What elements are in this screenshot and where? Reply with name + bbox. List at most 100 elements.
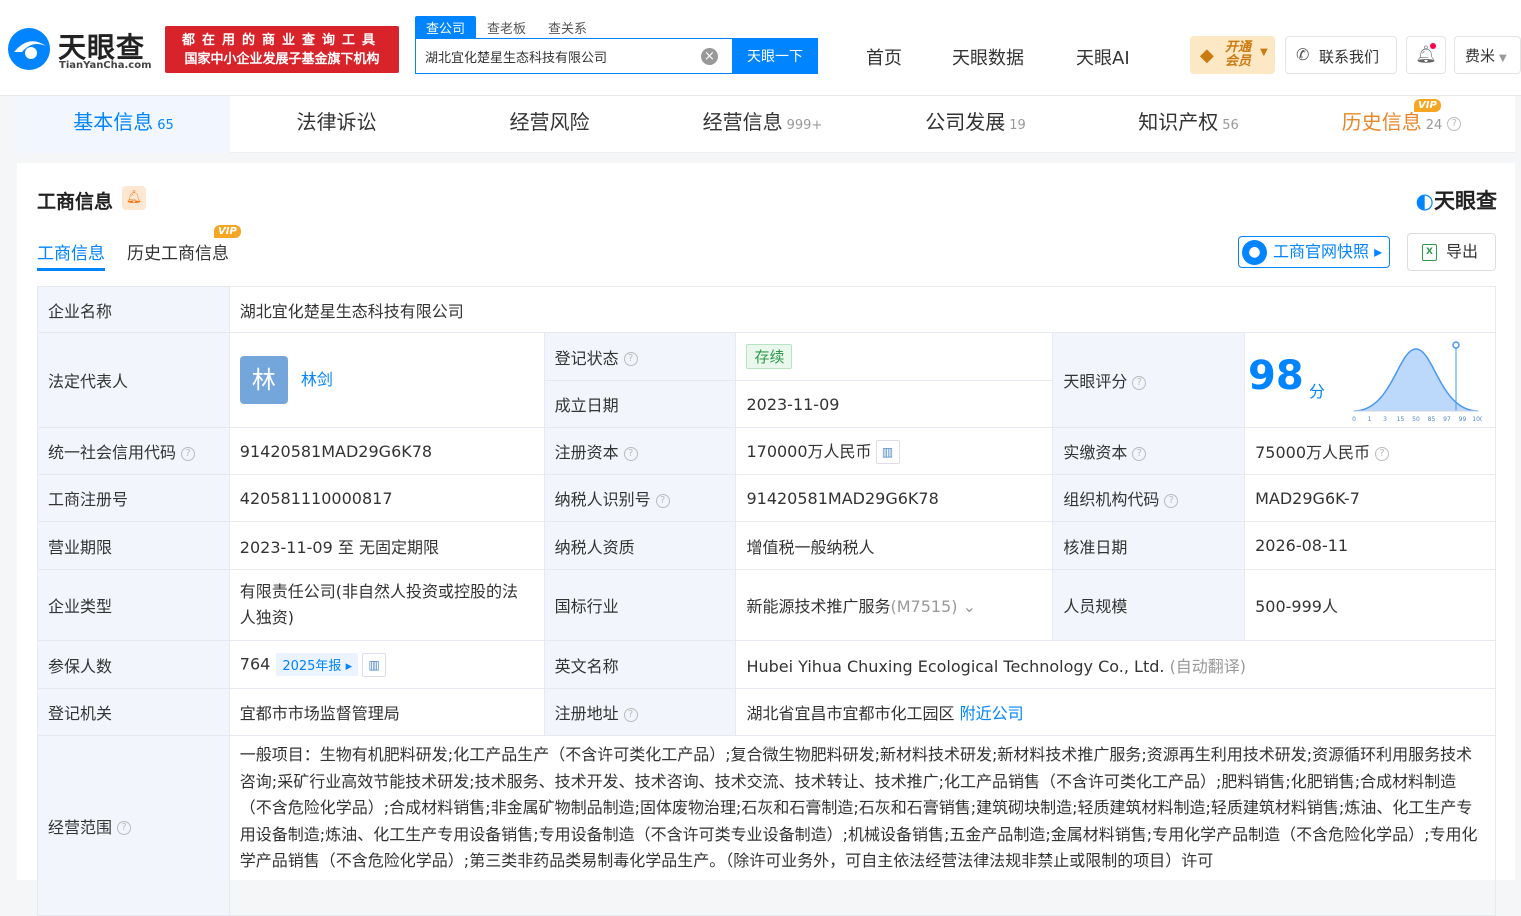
search-button[interactable]: 天眼一下 bbox=[732, 38, 818, 74]
logo-eye-icon bbox=[8, 28, 50, 70]
credit-code: 91420581MAD29G6K78 bbox=[228, 427, 545, 475]
logo[interactable]: 天眼查 TianYanCha.com bbox=[6, 26, 158, 76]
user-menu[interactable]: 费米 ▼ bbox=[1454, 36, 1521, 74]
nearby-companies-link[interactable]: 附近公司 bbox=[960, 704, 1024, 723]
score-axis-tick: 0 bbox=[1352, 416, 1356, 423]
insured-cell: 764 2025年报 ▸ ▥ bbox=[228, 640, 545, 689]
legal-rep-cell: 林 林剑 bbox=[228, 332, 545, 428]
label-credit-code: 统一社会信用代码 bbox=[48, 443, 177, 462]
subtab-history-business[interactable]: 历史工商信息 bbox=[127, 239, 229, 264]
help-icon[interactable]: ? bbox=[1132, 375, 1147, 390]
chevron-down-icon: ▼ bbox=[1499, 53, 1507, 64]
tab-count: 65 bbox=[157, 118, 174, 133]
search-input[interactable] bbox=[416, 39, 686, 73]
label-scope-cell: 经营范围? bbox=[37, 735, 230, 916]
export-label: 导出 bbox=[1446, 242, 1479, 261]
tab-label: 法律诉讼 bbox=[296, 110, 377, 134]
help-icon[interactable]: ? bbox=[655, 493, 670, 508]
approve-date: 2026-08-11 bbox=[1244, 521, 1496, 570]
notification-button[interactable]: 🔔︎ bbox=[1406, 36, 1446, 74]
score-axis-tick: 15 bbox=[1397, 416, 1405, 423]
search-tab-relation[interactable]: 查关系 bbox=[537, 16, 598, 38]
clear-icon[interactable]: × bbox=[701, 48, 718, 65]
industry-code: (M7515) bbox=[890, 597, 958, 616]
company-type: 有限责任公司(非自然人投资或控股的法人独资) bbox=[228, 569, 545, 641]
score-distribution-chart: 0 1 3 15 50 85 97 99 100 bbox=[1352, 341, 1482, 423]
authority: 宜都市市场监督管理局 bbox=[228, 688, 545, 736]
subscribe-bell-icon[interactable]: 🔔︎ bbox=[122, 186, 146, 210]
search-tabs: 查公司 查老板 查关系 bbox=[415, 16, 598, 38]
label-reg-status: 登记状态 bbox=[554, 348, 619, 368]
label-org-code-cell: 组织机构代码? bbox=[1052, 474, 1246, 522]
label-taxpayer-id: 纳税人识别号 bbox=[554, 490, 651, 509]
help-icon[interactable]: ? bbox=[623, 352, 638, 366]
label-staff: 人员规模 bbox=[1052, 569, 1246, 641]
contact-button[interactable]: ✆ 联系我们 bbox=[1285, 36, 1397, 74]
staff-size: 500-999人 bbox=[1244, 569, 1496, 641]
label-authority: 登记机关 bbox=[37, 688, 230, 736]
help-icon[interactable]: ? bbox=[117, 821, 132, 835]
table-row: 企业类型 有限责任公司(非自然人投资或控股的法人独资) 国标行业 新能源技术推广… bbox=[37, 569, 1496, 641]
promo-line2: 国家中小企业发展子基金旗下机构 bbox=[184, 52, 380, 67]
help-icon[interactable]: ? bbox=[181, 446, 196, 461]
subtab-business-info[interactable]: 工商信息 bbox=[37, 239, 105, 264]
diamond-icon: ◆ bbox=[1200, 45, 1214, 66]
score-curve-fill bbox=[1354, 349, 1478, 411]
label-paid-capital-cell: 实缴资本? bbox=[1052, 427, 1246, 475]
official-snapshot-button[interactable]: ● 工商官网快照 ▸ bbox=[1238, 236, 1390, 268]
industry-cell[interactable]: 新能源技术推广服务(M7515) ⌄ bbox=[735, 569, 1054, 641]
status-badge: 存续 bbox=[746, 344, 793, 369]
tab-label: 经营风险 bbox=[509, 110, 590, 134]
tab-count: 56 bbox=[1222, 118, 1239, 133]
annual-report-tag[interactable]: 2025年报 ▸ bbox=[276, 653, 359, 676]
help-icon[interactable]: ? bbox=[623, 446, 638, 461]
tab-basic-info[interactable]: 基本信息 65 bbox=[17, 96, 230, 153]
chart-icon[interactable]: ▥ bbox=[362, 652, 387, 677]
tab-risk[interactable]: 经营风险 bbox=[443, 96, 656, 153]
score-axis-tick: 99 bbox=[1459, 416, 1467, 423]
reg-capital-cell: 170000万人民币 ▥ bbox=[735, 427, 1054, 475]
open-vip-button[interactable]: ◆ 开通会员 ▼ bbox=[1190, 36, 1275, 74]
help-icon[interactable]: ? bbox=[1375, 446, 1390, 461]
nav-data[interactable]: 天眼数据 bbox=[952, 44, 1024, 70]
avatar[interactable]: 林 bbox=[239, 356, 288, 404]
search-tab-company[interactable]: 查公司 bbox=[415, 16, 477, 38]
label-paid-capital: 实缴资本 bbox=[1063, 443, 1128, 462]
help-icon[interactable]: ? bbox=[1447, 116, 1462, 131]
label-score-cell: 天眼评分? bbox=[1052, 332, 1246, 428]
label-reg-no: 工商注册号 bbox=[37, 474, 230, 522]
promo-line1: 都在用的商业查询工具 bbox=[181, 33, 382, 48]
label-term: 营业期限 bbox=[37, 521, 230, 570]
score-axis-labels: 0 1 3 15 50 85 97 99 100 bbox=[1352, 416, 1482, 423]
contact-label: 联系我们 bbox=[1319, 48, 1380, 66]
vip-badge: VIP bbox=[214, 225, 241, 238]
help-icon[interactable]: ? bbox=[623, 707, 638, 722]
tab-development[interactable]: 公司发展 19 bbox=[869, 96, 1082, 153]
tab-operation[interactable]: 经营信息 999+ bbox=[656, 96, 869, 153]
label-reg-capital-cell: 注册资本? bbox=[543, 427, 737, 475]
caret-down-icon: ▼ bbox=[1260, 47, 1268, 58]
score-axis-tick: 50 bbox=[1412, 416, 1420, 423]
help-icon[interactable]: ? bbox=[1132, 446, 1147, 461]
promo-banner[interactable]: 都在用的商业查询工具 国家中小企业发展子基金旗下机构 bbox=[165, 26, 399, 73]
nav-ai[interactable]: 天眼AI bbox=[1076, 44, 1130, 70]
label-founded: 成立日期 bbox=[543, 380, 737, 428]
search-tab-boss[interactable]: 查老板 bbox=[476, 16, 537, 38]
table-row: 企业名称 湖北宜化楚星生态科技有限公司 bbox=[37, 286, 1497, 333]
org-code: MAD29G6K-7 bbox=[1244, 474, 1496, 522]
score-axis-tick: 100 bbox=[1472, 416, 1482, 423]
paid-capital: 75000万人民币 bbox=[1255, 443, 1371, 462]
tab-history[interactable]: 历史信息 24? bbox=[1295, 96, 1508, 153]
excel-icon: X bbox=[1422, 244, 1437, 261]
export-button[interactable]: X 导出 bbox=[1407, 233, 1496, 271]
user-name: 费米 bbox=[1465, 47, 1496, 65]
legal-rep-link[interactable]: 林剑 bbox=[301, 370, 333, 389]
chart-icon[interactable]: ▥ bbox=[875, 440, 900, 465]
brand-watermark: ◐天眼查 bbox=[1416, 185, 1497, 215]
tab-legal[interactable]: 法律诉讼 bbox=[230, 96, 443, 153]
help-icon[interactable]: ? bbox=[1164, 493, 1179, 508]
score-value[interactable]: 98 bbox=[1248, 353, 1304, 399]
nav-home[interactable]: 首页 bbox=[866, 44, 902, 70]
label-score: 天眼评分 bbox=[1063, 372, 1128, 391]
tab-ip[interactable]: 知识产权 56 bbox=[1082, 96, 1295, 153]
